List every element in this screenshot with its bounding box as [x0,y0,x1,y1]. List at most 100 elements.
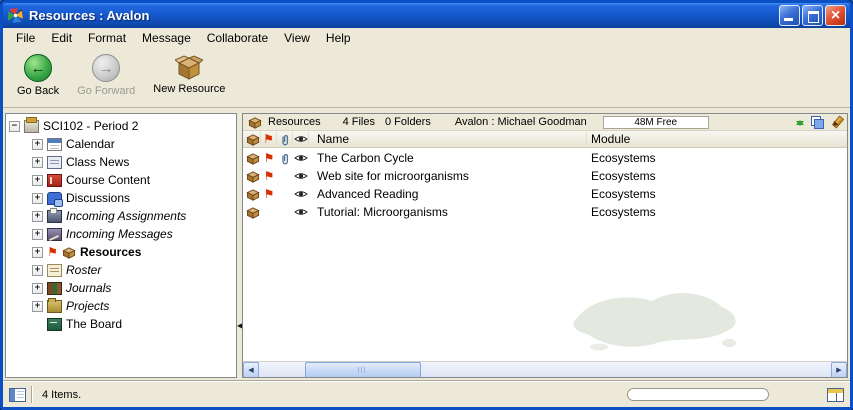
projects-folder-icon [47,300,62,313]
status-progress-field [627,388,769,401]
tree-item-resources[interactable]: Resources [6,243,236,261]
expand-icon[interactable] [32,157,43,168]
flag-icon [263,132,274,146]
resource-module: Ecosystems [587,185,847,203]
journals-books-icon [47,282,62,295]
menu-message[interactable]: Message [134,29,199,47]
layout-grid-icon[interactable] [827,388,844,402]
eye-icon [294,189,308,199]
scrollbar-thumb[interactable] [305,362,421,378]
tree-item-discussions[interactable]: Discussions [6,189,236,207]
sync-icon[interactable] [796,116,805,128]
paperclip-icon [280,133,290,146]
expand-icon[interactable] [32,283,43,294]
go-back-button[interactable]: Go Back [11,52,65,99]
forward-arrow-icon [92,54,120,82]
close-button[interactable] [825,5,846,26]
tree-root-course[interactable]: SCI102 - Period 2 [6,117,236,135]
resource-box-icon [246,188,260,201]
expand-icon[interactable] [32,193,43,204]
minimize-button[interactable] [779,5,800,26]
expand-icon[interactable] [32,265,43,276]
tree-item-label: Roster [66,263,101,277]
menubar: File Edit Format Message Collaborate Vie… [3,28,850,48]
eye-icon [294,153,308,163]
tree-item-incoming-assignments[interactable]: Incoming Assignments [6,207,236,225]
resource-box-icon [246,206,260,219]
app-icon [7,7,24,24]
item-count: 4 Items. [42,389,81,401]
tree-item-incoming-messages[interactable]: Incoming Messages [6,225,236,243]
tree-item-label: Projects [66,299,109,313]
column-type[interactable] [245,131,261,147]
table-header: Name Module [243,131,847,148]
edit-pencil-icon[interactable] [830,116,842,129]
menu-edit[interactable]: Edit [43,29,80,47]
course-icon [24,120,39,133]
paperclip-icon [280,152,290,165]
tree-item-roster[interactable]: Roster [6,261,236,279]
resource-row[interactable]: The Carbon Cycle Ecosystems [243,149,847,167]
news-icon [47,156,62,169]
tree-item-label: Class News [66,155,129,169]
expand-icon[interactable] [32,247,43,258]
menu-collaborate[interactable]: Collaborate [199,29,276,47]
statusbar-divider [31,386,33,403]
resource-row[interactable]: Web site for microorganisms Ecosystems [243,167,847,185]
scroll-left-button[interactable] [243,362,259,378]
collapse-icon[interactable] [9,121,20,132]
tree-item-class-news[interactable]: Class News [6,153,236,171]
column-visibility[interactable] [293,131,309,147]
copy-icon[interactable] [811,116,824,129]
titlebar[interactable]: Resources : Avalon [3,3,850,28]
tree-item-label: Resources [80,245,141,259]
scroll-right-button[interactable] [831,362,847,378]
expand-icon[interactable] [32,229,43,240]
flag-icon [264,187,275,201]
resource-name: Web site for microorganisms [309,167,587,185]
view-grid-icon[interactable] [9,388,26,402]
expand-icon[interactable] [32,139,43,150]
file-count: 4 Files [343,116,375,128]
tree-root-label: SCI102 - Period 2 [43,119,138,133]
resource-row[interactable]: Advanced Reading Ecosystems [243,185,847,203]
column-attachment[interactable] [277,131,293,147]
window-title: Resources : Avalon [29,8,777,23]
tree-item-the-board[interactable]: The Board [6,315,236,333]
resource-module: Ecosystems [587,149,847,167]
tree-item-label: Course Content [66,173,150,187]
app-window: Resources : Avalon File Edit Format Mess… [0,0,853,410]
expand-icon[interactable] [32,175,43,186]
statusbar: 4 Items. [3,381,850,407]
tree-item-journals[interactable]: Journals [6,279,236,297]
expand-icon[interactable] [32,301,43,312]
eye-icon [294,134,308,144]
resource-name: Tutorial: Microorganisms [309,203,587,221]
menu-view[interactable]: View [276,29,318,47]
panel-header-icons [796,116,842,129]
flag-icon [47,245,58,259]
tree-item-course-content[interactable]: Course Content [6,171,236,189]
resource-row[interactable]: Tutorial: Microorganisms Ecosystems [243,203,847,221]
menu-format[interactable]: Format [80,29,134,47]
eye-icon [294,171,308,181]
new-resource-button[interactable]: New Resource [147,52,231,97]
column-module[interactable]: Module [587,131,847,147]
resource-module: Ecosystems [587,167,847,185]
column-flag[interactable] [261,131,277,147]
flag-icon [264,169,275,183]
message-icon [47,228,62,241]
column-name[interactable]: Name [309,131,587,147]
expand-icon[interactable] [32,211,43,222]
restore-button[interactable] [802,5,823,26]
tree-item-label: Incoming Messages [66,227,173,241]
tree-item-projects[interactable]: Projects [6,297,236,315]
free-space-indicator: 48M Free [603,116,709,129]
go-forward-label: Go Forward [77,85,135,97]
tree-item-calendar[interactable]: Calendar [6,135,236,153]
calendar-icon [47,138,62,151]
resource-box-icon [246,152,260,165]
menu-help[interactable]: Help [318,29,359,47]
horizontal-scrollbar[interactable] [243,361,847,377]
menu-file[interactable]: File [8,29,43,47]
